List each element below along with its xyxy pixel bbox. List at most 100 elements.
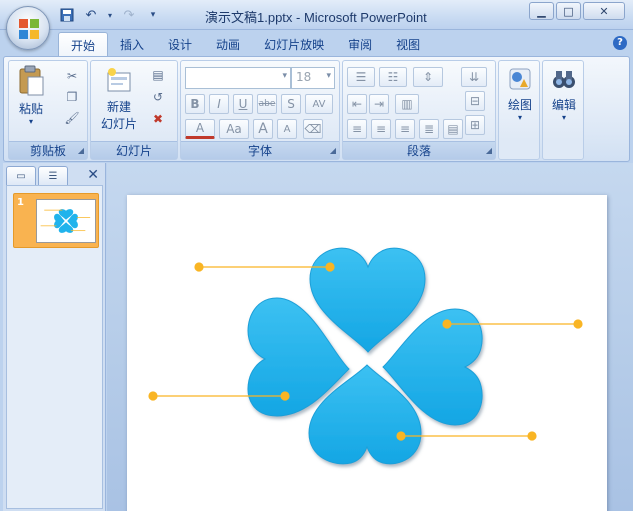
align-center-icon[interactable]: ≡ bbox=[371, 119, 391, 139]
close-button[interactable]: ✕ bbox=[583, 2, 625, 20]
slide-thumbnail-preview bbox=[36, 199, 96, 243]
copy-icon[interactable]: ❐ bbox=[63, 88, 81, 106]
tab-animation[interactable]: 动画 bbox=[204, 32, 252, 56]
slide-thumbnails: 1 bbox=[6, 185, 103, 509]
text-direction-icon[interactable]: ⇊ bbox=[461, 67, 487, 87]
clipboard-launcher-icon[interactable]: ◢ bbox=[78, 146, 84, 155]
paragraph-launcher-icon[interactable]: ◢ bbox=[486, 146, 492, 155]
font-group-label: 字体 bbox=[181, 141, 339, 159]
outline-tab-icon[interactable]: ☰ bbox=[38, 166, 68, 186]
slides-group-label: 幻灯片 bbox=[91, 141, 177, 159]
clear-formatting-icon[interactable]: ⌫ bbox=[303, 119, 323, 139]
thumbnail-hearts-image bbox=[40, 209, 91, 233]
connector-dot-4a bbox=[396, 431, 406, 441]
pane-close-icon[interactable]: ✕ bbox=[87, 167, 99, 183]
save-icon[interactable] bbox=[58, 6, 76, 24]
strikethrough-button[interactable]: abe bbox=[257, 94, 277, 114]
smartart-icon[interactable]: ⊞ bbox=[465, 115, 485, 135]
quick-access-toolbar: ↶ ▾ ↷ ▾ bbox=[58, 6, 162, 24]
font-launcher-icon[interactable]: ◢ bbox=[330, 146, 336, 155]
font-size-combo[interactable]: 18 ▾ bbox=[291, 67, 335, 89]
group-paragraph: ☰ ☷ ⇕ ⇊ ⇤ ⇥ ▥ ⊟ ≡ ≡ ≡ ≣ ▤ ⊞ 段落 ◢ bbox=[342, 60, 496, 160]
decrease-indent-icon[interactable]: ⇤ bbox=[347, 94, 367, 114]
group-slides: 新建 幻灯片 ▤ ↺ ✖ 幻灯片 bbox=[90, 60, 178, 160]
cut-icon[interactable]: ✂ bbox=[63, 67, 81, 85]
window-controls: ▁ □ ✕ bbox=[529, 2, 625, 20]
italic-button[interactable]: I bbox=[209, 94, 229, 114]
connector-dot-2a bbox=[442, 319, 452, 329]
bullets-icon[interactable]: ☰ bbox=[347, 67, 375, 87]
maximize-button[interactable]: □ bbox=[556, 2, 581, 20]
undo-dropdown-icon[interactable]: ▾ bbox=[106, 6, 114, 24]
pane-tabs: ▭ ☰ bbox=[6, 166, 70, 186]
editing-button[interactable]: 编辑 ▾ bbox=[547, 65, 581, 122]
font-name-dropdown-icon: ▾ bbox=[282, 71, 287, 81]
shadow-button[interactable]: S bbox=[281, 94, 301, 114]
reset-icon[interactable]: ↺ bbox=[149, 88, 167, 106]
clipboard-group-label: 剪贴板 bbox=[9, 141, 87, 159]
slides-tab-icon[interactable]: ▭ bbox=[6, 166, 36, 186]
customize-qat-icon[interactable]: ▾ bbox=[144, 6, 162, 24]
tab-insert[interactable]: 插入 bbox=[108, 32, 156, 56]
help-icon[interactable]: ? bbox=[613, 36, 627, 50]
new-slide-label-1: 新建 bbox=[106, 100, 131, 114]
paragraph-group-label: 段落 bbox=[343, 141, 495, 159]
slide-number: 1 bbox=[17, 197, 24, 208]
minimize-button[interactable]: ▁ bbox=[529, 2, 554, 20]
binoculars-icon bbox=[553, 71, 575, 88]
change-case-button[interactable]: Aa bbox=[219, 119, 249, 139]
numbering-icon[interactable]: ☷ bbox=[379, 67, 407, 87]
bold-button[interactable]: B bbox=[185, 94, 205, 114]
shrink-font-button[interactable]: A bbox=[277, 119, 297, 139]
title-bar: ↶ ▾ ↷ ▾ 演示文稿1.pptx - Microsoft PowerPoin… bbox=[0, 0, 633, 30]
layout-icon[interactable]: ▤ bbox=[149, 66, 167, 84]
font-name-combo[interactable]: ▾ bbox=[185, 67, 291, 89]
columns-icon[interactable]: ▥ bbox=[395, 94, 419, 114]
slide-canvas[interactable] bbox=[127, 195, 607, 511]
shapes-icon bbox=[509, 68, 531, 90]
tab-view[interactable]: 视图 bbox=[384, 32, 432, 56]
hearts-clover-diagram bbox=[148, 247, 583, 465]
ribbon: 粘贴 ▾ ✂ ❐ 🖌 剪贴板 ◢ 新建 幻灯片 ▤ ↺ ✖ 幻灯片 ▾ 18 ▾… bbox=[3, 56, 630, 162]
redo-icon[interactable]: ↷ bbox=[120, 6, 138, 24]
increase-indent-icon[interactable]: ⇥ bbox=[369, 94, 389, 114]
drawing-dropdown-icon: ▾ bbox=[517, 113, 522, 122]
delete-slide-icon[interactable]: ✖ bbox=[149, 110, 167, 128]
paste-button[interactable]: 粘贴 ▾ bbox=[15, 65, 47, 126]
tab-home[interactable]: 开始 bbox=[58, 32, 109, 56]
format-painter-icon[interactable]: 🖌 bbox=[63, 109, 81, 127]
tab-slideshow[interactable]: 幻灯片放映 bbox=[252, 32, 336, 56]
paste-dropdown-icon: ▾ bbox=[28, 117, 33, 126]
tab-review[interactable]: 审阅 bbox=[336, 32, 384, 56]
drawing-label: 绘图 bbox=[507, 98, 532, 112]
office-button[interactable] bbox=[6, 6, 50, 50]
ribbon-tabs: 开始 插入 设计 动画 幻灯片放映 审阅 视图 bbox=[58, 32, 432, 56]
font-size-dropdown-icon: ▾ bbox=[326, 71, 331, 81]
tab-design[interactable]: 设计 bbox=[156, 32, 204, 56]
drawing-button[interactable]: 绘图 ▾ bbox=[503, 65, 537, 122]
group-clipboard: 粘贴 ▾ ✂ ❐ 🖌 剪贴板 ◢ bbox=[8, 60, 88, 160]
undo-icon[interactable]: ↶ bbox=[82, 6, 100, 24]
align-left-icon[interactable]: ≡ bbox=[347, 119, 367, 139]
slide-thumbnail-1[interactable]: 1 bbox=[13, 193, 99, 248]
group-drawing[interactable]: 绘图 ▾ bbox=[498, 60, 540, 160]
line-spacing-icon[interactable]: ⇕ bbox=[413, 67, 443, 87]
grow-font-button[interactable]: A bbox=[253, 119, 273, 139]
align-text-icon[interactable]: ⊟ bbox=[465, 91, 485, 111]
align-right-icon[interactable]: ≡ bbox=[395, 119, 415, 139]
office-logo-icon bbox=[19, 19, 39, 39]
new-slide-button[interactable]: 新建 幻灯片 bbox=[93, 65, 145, 132]
justify-icon[interactable]: ≣ bbox=[419, 119, 439, 139]
connector-dot-2b bbox=[573, 319, 583, 329]
connector-dot-3b bbox=[280, 391, 290, 401]
slide-editor-area bbox=[107, 163, 633, 511]
slides-pane: ▭ ☰ ✕ 1 bbox=[3, 163, 106, 511]
group-editing[interactable]: 编辑 ▾ bbox=[542, 60, 584, 160]
editing-dropdown-icon: ▾ bbox=[561, 113, 566, 122]
underline-button[interactable]: U bbox=[233, 94, 253, 114]
distribute-icon[interactable]: ▤ bbox=[443, 119, 463, 139]
connector-dot-4b bbox=[527, 431, 537, 441]
font-color-button[interactable]: A bbox=[185, 119, 215, 139]
paste-label: 粘贴 bbox=[18, 102, 43, 116]
char-spacing-button[interactable]: AV bbox=[305, 94, 333, 114]
